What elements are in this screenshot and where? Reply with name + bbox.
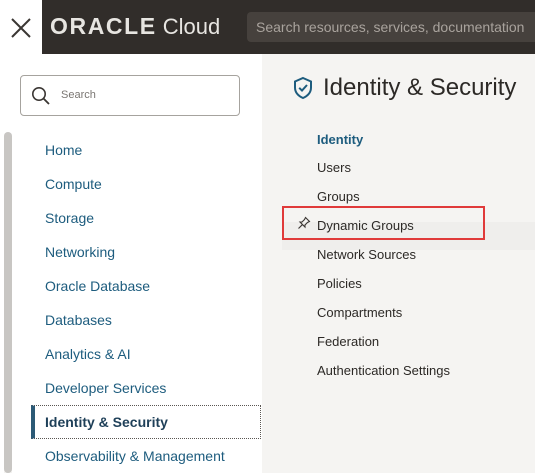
nav-item-storage[interactable]: Storage bbox=[31, 201, 261, 235]
close-icon bbox=[11, 18, 31, 38]
submenu-item-groups[interactable]: Groups bbox=[317, 189, 360, 204]
submenu-item-users[interactable]: Users bbox=[317, 160, 351, 175]
submenu-title: Identity & Security bbox=[292, 74, 516, 102]
scrollbar-thumb[interactable] bbox=[4, 132, 12, 473]
nav-item-oracle-database[interactable]: Oracle Database bbox=[31, 269, 261, 303]
close-menu-button[interactable] bbox=[0, 0, 42, 54]
menu-search-input[interactable]: Search bbox=[20, 75, 240, 116]
submenu-item-compartments[interactable]: Compartments bbox=[317, 305, 402, 320]
section-heading-identity[interactable]: Identity bbox=[317, 132, 363, 147]
shield-check-icon bbox=[294, 76, 312, 100]
left-nav-panel: Search Home Compute Storage Networking O… bbox=[0, 54, 262, 473]
nav-item-compute[interactable]: Compute bbox=[31, 167, 261, 201]
nav-item-databases[interactable]: Databases bbox=[31, 303, 261, 337]
submenu-item-policies[interactable]: Policies bbox=[317, 276, 362, 291]
pin-icon[interactable] bbox=[297, 216, 311, 230]
submenu-item-network-sources[interactable]: Network Sources bbox=[317, 247, 416, 262]
nav-item-identity-security[interactable]: Identity & Security bbox=[31, 405, 261, 439]
submenu-title-text: Identity & Security bbox=[323, 74, 517, 101]
oracle-cloud-logo[interactable]: ORACLE Cloud bbox=[50, 13, 220, 41]
nav-item-observability-management[interactable]: Observability & Management bbox=[31, 439, 261, 473]
search-icon bbox=[32, 87, 50, 105]
nav-item-analytics-ai[interactable]: Analytics & AI bbox=[31, 337, 261, 371]
global-search-input[interactable]: Search resources, services, documentatio… bbox=[247, 12, 535, 42]
submenu-item-dynamic-groups[interactable]: Dynamic Groups bbox=[317, 218, 414, 233]
nav-item-home[interactable]: Home bbox=[31, 133, 261, 167]
menu-search-placeholder: Search bbox=[61, 89, 96, 101]
service-nav-list: Home Compute Storage Networking Oracle D… bbox=[31, 133, 261, 473]
top-bar: ORACLE Cloud Search resources, services,… bbox=[0, 0, 535, 54]
submenu-item-federation[interactable]: Federation bbox=[317, 334, 379, 349]
submenu-item-authentication-settings[interactable]: Authentication Settings bbox=[317, 363, 450, 378]
brand-oracle: ORACLE bbox=[50, 13, 157, 39]
brand-cloud: Cloud bbox=[162, 14, 221, 39]
nav-item-developer-services[interactable]: Developer Services bbox=[31, 371, 261, 405]
global-search-placeholder: Search resources, services, documentatio… bbox=[256, 19, 525, 35]
submenu-panel: Identity & Security Identity Users Group… bbox=[262, 54, 535, 473]
nav-item-networking[interactable]: Networking bbox=[31, 235, 261, 269]
